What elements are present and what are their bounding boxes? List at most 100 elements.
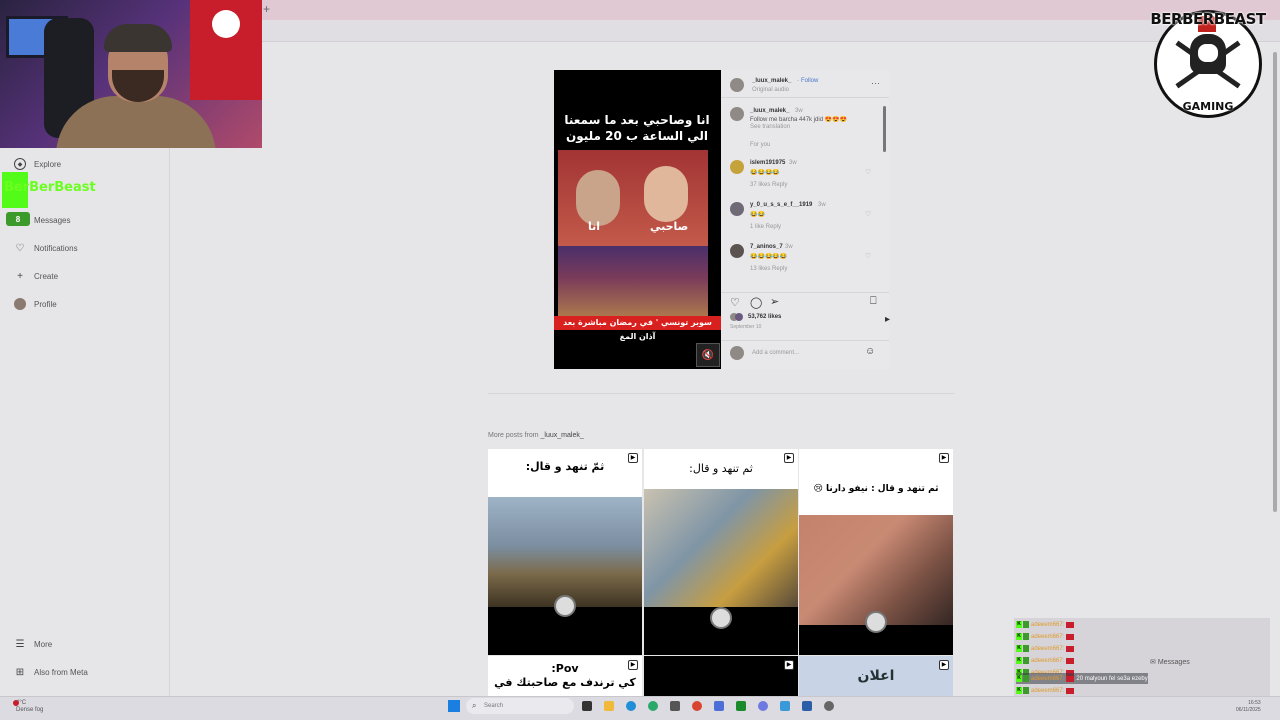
edge-icon[interactable] <box>626 701 636 711</box>
app-icon[interactable] <box>670 701 680 711</box>
chat-user: adeeem667 <box>1031 675 1063 682</box>
kick-app-icon[interactable] <box>736 701 746 711</box>
messenger-icon: ✉ <box>1150 659 1158 666</box>
nav-messages[interactable]: Messages <box>34 210 70 230</box>
app-icon[interactable] <box>802 701 812 711</box>
messages-pill[interactable]: ✉ Messages <box>1150 658 1190 666</box>
comment-time: 3w <box>785 244 793 250</box>
new-tab-button[interactable]: + <box>263 2 270 16</box>
mail-icon[interactable] <box>714 701 724 711</box>
reel-icon: ▶ <box>939 660 949 670</box>
self-avatar <box>730 346 744 360</box>
more-posts-author[interactable]: _luux_malek_ <box>541 432 584 439</box>
panel-divider <box>721 340 889 341</box>
nav-also-from-meta[interactable]: ⊞ Also from Meta <box>14 662 88 682</box>
tile-image <box>644 489 798 607</box>
comment-user[interactable]: islem191975 <box>750 160 785 166</box>
more-options-icon[interactable]: ··· <box>871 78 880 88</box>
instagram-sidebar <box>0 148 170 696</box>
liker-avatar <box>735 313 743 321</box>
nav-profile[interactable]: Profile <box>14 294 57 314</box>
tile-caption: اعلان <box>857 668 895 684</box>
post-tile[interactable]: Pov: كي ترندف مع صاحبتك في ▶ <box>488 656 642 696</box>
post-tile[interactable]: اعلان ▶ <box>799 656 953 696</box>
bookmark-icon[interactable]: ⎕ <box>870 295 877 308</box>
likes-count[interactable]: 53,762 likes <box>748 314 781 320</box>
windows-start-icon[interactable] <box>448 700 460 712</box>
comment-avatar[interactable] <box>730 202 744 216</box>
comment-avatar[interactable] <box>730 244 744 258</box>
system-clock[interactable]: 16:53 06/11/2025 <box>1236 700 1261 714</box>
logo-skull <box>1190 34 1226 74</box>
video-caption: انا وصاحبي بعد ما سمعنا الي الساعة ب 20 … <box>564 113 710 143</box>
audio-label[interactable]: Original audio <box>752 87 789 93</box>
nav-notifications[interactable]: ♡ Notifications <box>14 238 78 258</box>
tile-caption: ثمّ تنهد و قال: <box>488 449 642 497</box>
nav-create[interactable]: + Create <box>14 266 58 286</box>
taskbar-search[interactable]: ⌕ Search <box>466 698 574 714</box>
tunisia-flag <box>190 0 262 100</box>
author-name[interactable]: _luux_malek_ <box>752 78 791 84</box>
comments-scrollbar[interactable] <box>883 106 886 152</box>
emoji-icon[interactable]: ☺ <box>865 346 875 357</box>
follow-button[interactable]: Follow <box>801 78 818 84</box>
nav-notifications-label: Notifications <box>34 243 78 253</box>
meta-icon: ⊞ <box>15 666 25 678</box>
page-scrollbar[interactable] <box>1272 42 1278 692</box>
file-explorer-icon[interactable] <box>604 701 614 711</box>
comment-meta[interactable]: 1 like Reply <box>750 224 781 230</box>
weather-temp: 4°C <box>16 700 27 706</box>
post-tile[interactable]: ▶ <box>644 656 798 696</box>
app-icon[interactable] <box>780 701 790 711</box>
reel-icon: ▶ <box>939 453 949 463</box>
weather-widget[interactable]: 4°C Dense fog <box>13 700 43 714</box>
comment-text: Follow me barcha 447k jdid 😍😍😍 <box>750 117 848 123</box>
post-tile[interactable]: ثم تنهد و قال : نيفو دارنا 😢 ▶ <box>799 449 953 655</box>
like-comment-icon[interactable]: ♡ <box>865 168 871 176</box>
chrome-icon[interactable] <box>648 701 658 711</box>
panel-divider <box>721 97 889 98</box>
face-left <box>576 170 620 226</box>
comment-user[interactable]: 7_aninos_7 <box>750 244 783 250</box>
see-translation-link[interactable]: See translation <box>750 124 790 130</box>
tile-caption: Pov: كي ترندف مع صاحبتك في <box>488 656 642 696</box>
comment-meta[interactable]: 37 likes Reply <box>750 182 787 188</box>
comment-avatar[interactable] <box>730 107 744 121</box>
author-avatar[interactable] <box>730 78 744 92</box>
reel-icon: ▶ <box>628 660 638 670</box>
video-scene-faces: انا صاحبي <box>558 150 708 246</box>
compass-icon: ◆ <box>14 158 26 170</box>
chat-user: adeeem667 <box>1031 633 1063 640</box>
label-friend: صاحبي <box>650 220 689 233</box>
tile-watermark <box>554 595 576 617</box>
like-comment-icon[interactable]: ♡ <box>865 252 871 260</box>
post-tile[interactable]: ثمّ تنهد و قال: ▶ <box>488 449 642 655</box>
comment-time: 3w <box>789 160 797 166</box>
nav-more[interactable]: ☰ More <box>14 634 53 654</box>
nav-explore[interactable]: ◆ Explore <box>14 154 61 174</box>
discord-icon[interactable] <box>758 701 768 711</box>
comment-user[interactable]: _luux_malek_ <box>750 108 789 114</box>
comment-user[interactable]: y_0_u_s_s_e_f__1919 <box>750 202 812 208</box>
like-comment-icon[interactable]: ♡ <box>865 210 871 218</box>
settings-icon[interactable] <box>824 701 834 711</box>
comment-meta[interactable]: 13 likes Reply <box>750 266 787 272</box>
label-me: انا <box>588 220 601 233</box>
task-view-icon[interactable] <box>582 701 592 711</box>
comment-text: 😂😂😂😂😂 <box>750 254 788 260</box>
obs-icon[interactable] <box>692 701 702 711</box>
page-scrollbar-thumb[interactable] <box>1273 52 1277 512</box>
section-divider <box>488 393 954 394</box>
like-icon[interactable]: ♡ <box>730 296 740 309</box>
mute-toggle-button[interactable]: 🔇 <box>696 343 720 367</box>
comment-icon[interactable]: ◯ <box>750 296 762 309</box>
tile-image <box>799 515 953 625</box>
comment-avatar[interactable] <box>730 160 744 174</box>
share-icon[interactable]: ➢ <box>770 295 779 308</box>
messages-badge: 8 <box>6 212 30 226</box>
chat-line: Kadeeem667: <box>1016 631 1076 642</box>
chat-user: adeeem667 <box>1031 657 1063 664</box>
add-comment-input[interactable]: Add a comment... <box>752 350 799 356</box>
tile-watermark <box>710 607 732 629</box>
post-tile[interactable]: ثم تنهد و قال: ▶ <box>644 449 798 655</box>
